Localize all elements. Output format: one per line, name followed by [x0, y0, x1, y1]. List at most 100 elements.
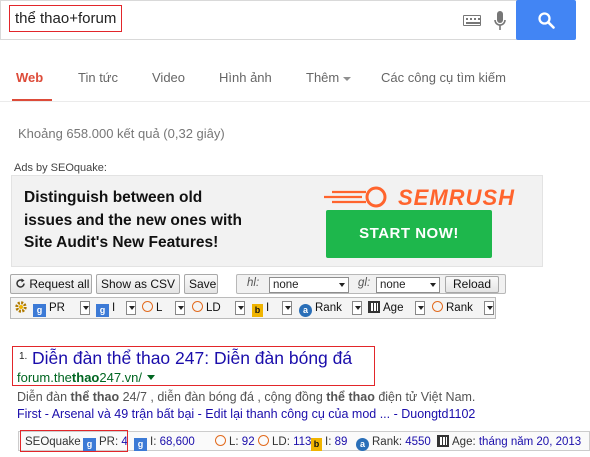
param-dropdown[interactable]: [235, 301, 245, 315]
chevron-down-icon[interactable]: [147, 375, 156, 380]
param-dropdown[interactable]: [282, 301, 292, 315]
seobar-alexa-rank[interactable]: a Rank: 4550: [356, 434, 431, 451]
param-age[interactable]: Age: [368, 300, 403, 316]
gl-label: gl:: [358, 277, 371, 289]
param-google-index[interactable]: gI: [96, 300, 116, 317]
search-box[interactable]: thể thao+forum: [0, 0, 530, 40]
tab-video[interactable]: Video: [152, 70, 185, 85]
search-input[interactable]: thể thao+forum: [9, 5, 123, 32]
param-alexa-rank[interactable]: a Rank: [299, 300, 342, 317]
param-dropdown[interactable]: [80, 301, 90, 315]
param-bing-index[interactable]: bI: [252, 300, 270, 317]
chevron-down-icon: [430, 283, 436, 287]
result-stats: Khoảng 658.000 kết quả (0,32 giây): [18, 126, 225, 141]
gl-value: none: [380, 279, 406, 291]
param-link-domains[interactable]: LD: [192, 300, 221, 316]
ads-by-label: Ads by SEOquake:: [14, 162, 107, 174]
seobar-label: L:: [229, 436, 242, 448]
reload-button[interactable]: Reload: [445, 276, 499, 293]
snippet-highlight: thể thao: [70, 390, 120, 404]
param-dropdown[interactable]: [484, 301, 494, 315]
snippet-text: 24/7 , diễn đàn bóng đá , cộng đồng: [119, 390, 327, 404]
seobar-label: I:: [325, 436, 335, 448]
calendar-icon: [437, 435, 449, 447]
search-icon: [538, 12, 555, 29]
ad-line: Distinguish between old: [24, 189, 203, 206]
seobar-label: Rank:: [372, 436, 406, 448]
param-links[interactable]: L: [142, 300, 162, 316]
result-number: 1.: [19, 351, 28, 362]
show-csv-button[interactable]: Show as CSV: [96, 274, 180, 294]
param-label: I: [266, 302, 270, 314]
start-now-button[interactable]: START NOW!: [326, 210, 492, 258]
request-all-button[interactable]: Request all: [10, 274, 92, 294]
seobar-google-index[interactable]: g I: 68,600: [134, 434, 195, 451]
tab-more[interactable]: Thêm: [306, 70, 352, 85]
seobar-age[interactable]: Age: tháng năm 20, 2013: [437, 434, 581, 450]
seobar-value: 68,600: [159, 436, 195, 448]
seobar-bing-index[interactable]: b I: 89: [311, 434, 347, 451]
param-dropdown[interactable]: [415, 301, 425, 315]
result-sitelinks[interactable]: First - Arsenal và 49 trận bất bại - Edi…: [17, 407, 475, 421]
param-label: LD: [206, 302, 221, 314]
result-title-link[interactable]: Diễn đàn thể thao 247: Diễn đàn bóng đá: [32, 348, 352, 369]
tab-news[interactable]: Tin tức: [78, 70, 118, 85]
bing-icon: b: [252, 304, 263, 317]
seobar-links[interactable]: L: 92: [215, 434, 255, 450]
search-button[interactable]: [516, 0, 576, 40]
tab-web[interactable]: Web: [16, 70, 43, 85]
tab-more-label: Thêm: [306, 70, 340, 85]
seobar-value: 113: [293, 436, 312, 448]
seobar-value: tháng năm 20, 2013: [478, 436, 582, 448]
param-dropdown[interactable]: [352, 301, 362, 315]
locale-controls: hl: none gl: none Reload: [236, 274, 506, 294]
bing-icon: b: [311, 438, 322, 451]
snippet-text: Diễn đàn: [17, 390, 71, 404]
search-result-highlight: 1. Diễn đàn thể thao 247: Diễn đàn bóng …: [12, 346, 375, 386]
snippet-text: điện tử Việt Nam.: [374, 390, 476, 404]
hl-select[interactable]: none: [269, 277, 349, 293]
param-label: I: [112, 302, 116, 314]
result-snippet: Diễn đàn thể thao 24/7 , diễn đàn bóng đ…: [17, 390, 475, 404]
circle-icon: [258, 435, 269, 446]
save-button[interactable]: Save: [184, 274, 218, 294]
tab-search-tools[interactable]: Các công cụ tìm kiếm: [381, 70, 506, 85]
param-label: L: [156, 302, 163, 314]
google-icon: g: [134, 438, 147, 451]
param-dropdown[interactable]: [126, 301, 136, 315]
circle-icon: [215, 435, 226, 446]
param-pr[interactable]: g PR: [33, 300, 65, 317]
ad-line: Site Audit's New Features!: [24, 234, 219, 251]
seobar-label: Age:: [452, 436, 479, 448]
microphone-icon[interactable]: [493, 9, 507, 33]
gl-select[interactable]: none: [376, 277, 440, 293]
seobar-value: 92: [241, 436, 255, 448]
param-dropdown[interactable]: [175, 301, 185, 315]
result-url[interactable]: forum.thethao247.vn/: [17, 370, 156, 385]
search-tabs: Web Tin tức Video Hình ảnh Thêm Các công…: [0, 70, 590, 100]
seobar-link-domains[interactable]: LD: 113: [258, 434, 311, 450]
gear-icon[interactable]: [14, 300, 28, 316]
seoquake-params-bar: g PR gI L LD bI a Rank Age Rank: [10, 297, 496, 319]
param-rank[interactable]: Rank: [432, 300, 473, 316]
keyboard-icon[interactable]: [463, 15, 481, 26]
circle-icon: [142, 301, 153, 312]
tab-images[interactable]: Hình ảnh: [219, 70, 272, 85]
refresh-icon: [16, 278, 25, 288]
param-label: Rank: [446, 302, 473, 314]
flame-icon: [324, 186, 387, 208]
ad-headline: Distinguish between old issues and the n…: [24, 187, 314, 255]
divider: [0, 101, 590, 102]
param-label: PR: [49, 302, 65, 314]
calendar-icon: [368, 301, 380, 313]
chevron-down-icon: [343, 76, 352, 81]
alexa-icon: a: [299, 304, 312, 317]
hl-label: hl:: [247, 277, 260, 289]
request-all-label: Request all: [29, 277, 90, 291]
alexa-icon: a: [356, 438, 369, 451]
semrush-ad-banner[interactable]: Distinguish between old issues and the n…: [11, 175, 543, 267]
chevron-down-icon: [339, 283, 345, 287]
hl-value: none: [273, 279, 299, 291]
seobar-value: 89: [334, 436, 348, 448]
circle-icon: [192, 301, 203, 312]
